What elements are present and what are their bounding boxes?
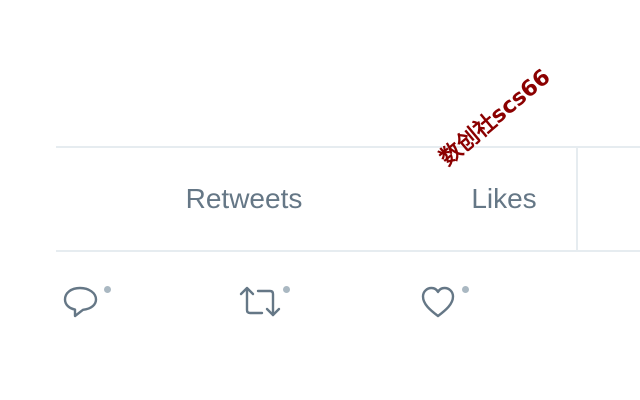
likes-stat[interactable]: Likes — [432, 148, 578, 250]
tweet-actions — [0, 272, 640, 332]
retweets-label: Retweets — [185, 183, 303, 214]
likes-label: Likes — [471, 183, 537, 214]
retweet-indicator-dot — [283, 286, 290, 293]
retweets-stat[interactable]: Retweets — [56, 148, 432, 250]
like-indicator-dot — [462, 286, 469, 293]
reply-indicator-dot — [104, 286, 111, 293]
like-icon — [421, 286, 455, 318]
retweet-button[interactable] — [238, 282, 290, 322]
reply-icon — [63, 286, 98, 318]
tweet-stats-bar: Retweets Likes — [56, 146, 640, 252]
like-button[interactable] — [420, 282, 469, 322]
reply-button[interactable] — [62, 282, 111, 322]
retweet-icon — [239, 286, 281, 317]
